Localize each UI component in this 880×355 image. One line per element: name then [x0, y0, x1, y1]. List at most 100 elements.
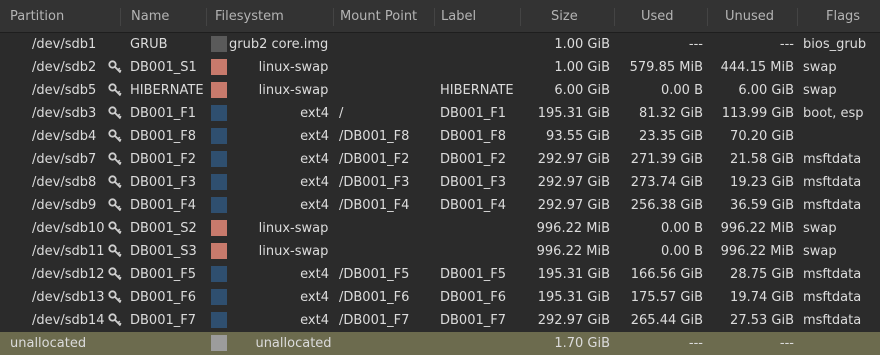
partition-name: DB001_F1	[130, 106, 196, 121]
partition-path: /dev/sdb5	[32, 83, 97, 98]
filesystem-text: linux-swap	[258, 244, 329, 259]
table-row[interactable]: /dev/sdb1 GRUB grub2 core.img 1.00 GiB -…	[0, 33, 880, 56]
partition-name: DB001_F8	[130, 129, 196, 144]
column-divider[interactable]	[707, 8, 708, 26]
partition-name: DB001_F4	[130, 198, 196, 213]
key-icon	[108, 244, 122, 258]
key-icon	[108, 313, 122, 327]
table-row[interactable]: /dev/sdb5 HIBERNATE linux-swap HIBERNATE…	[0, 79, 880, 102]
partition-unused: 444.15 MiB	[720, 60, 794, 75]
partition-name: DB001_S2	[130, 221, 197, 236]
table-row[interactable]: /dev/sdb8 DB001_F3 ext4 /DB001_F3 DB001_…	[0, 171, 880, 194]
table-row[interactable]: /dev/sdb11 DB001_S3 linux-swap 996.22 Mi…	[0, 240, 880, 263]
partition-path: /dev/sdb1	[32, 37, 97, 52]
filesystem-text: ext4	[300, 267, 329, 282]
key-icon	[108, 60, 122, 74]
filesystem-color-swatch	[211, 289, 227, 305]
partition-flags: msftdata	[803, 198, 862, 213]
filesystem-text: grub2 core.img	[229, 37, 329, 52]
key-icon	[108, 175, 122, 189]
mount-point: /DB001_F8	[339, 129, 410, 144]
column-header-unused[interactable]: Unused	[725, 8, 774, 26]
table-row[interactable]: /dev/sdb7 DB001_F2 ext4 /DB001_F2 DB001_…	[0, 148, 880, 171]
mount-point: /DB001_F2	[339, 152, 410, 167]
partition-unused: 6.00 GiB	[738, 83, 794, 98]
filesystem-text: ext4	[300, 313, 329, 328]
key-icon	[108, 83, 122, 97]
column-divider[interactable]	[797, 8, 798, 26]
filesystem-color-swatch	[211, 266, 227, 282]
table-header: Partition Name Filesystem Mount Point La…	[0, 0, 880, 33]
partition-used: 265.44 GiB	[630, 313, 703, 328]
partition-label: DB001_F4	[440, 198, 506, 213]
column-header-mount-point[interactable]: Mount Point	[340, 8, 417, 26]
table-row[interactable]: /dev/sdb2 DB001_S1 linux-swap 1.00 GiB 5…	[0, 56, 880, 79]
table-row[interactable]: /dev/sdb4 DB001_F8 ext4 /DB001_F8 DB001_…	[0, 125, 880, 148]
key-icon	[108, 129, 122, 143]
column-header-name[interactable]: Name	[131, 8, 169, 26]
partition-used: 0.00 B	[661, 244, 703, 259]
key-icon	[108, 106, 122, 120]
partition-used: 271.39 GiB	[630, 152, 703, 167]
table-row[interactable]: /dev/sdb12 DB001_F5 ext4 /DB001_F5 DB001…	[0, 263, 880, 286]
partition-flags: msftdata	[803, 313, 862, 328]
partition-label: DB001_F6	[440, 290, 506, 305]
column-divider[interactable]	[614, 8, 615, 26]
partition-unused: 19.23 GiB	[730, 175, 794, 190]
filesystem-color-swatch	[211, 105, 227, 121]
table-row[interactable]: /dev/sdb14 DB001_F7 ext4 /DB001_F7 DB001…	[0, 309, 880, 332]
partition-name: HIBERNATE	[130, 83, 204, 98]
mount-point: /DB001_F7	[339, 313, 410, 328]
partition-path: unallocated	[10, 336, 87, 351]
key-icon	[108, 267, 122, 281]
partition-flags: bios_grub	[803, 37, 867, 52]
table-body: /dev/sdb1 GRUB grub2 core.img 1.00 GiB -…	[0, 33, 880, 355]
partition-unused: 70.20 GiB	[730, 129, 794, 144]
mount-point: /DB001_F6	[339, 290, 410, 305]
filesystem-text: ext4	[300, 106, 329, 121]
partition-table: Partition Name Filesystem Mount Point La…	[0, 0, 880, 355]
partition-name: DB001_S3	[130, 244, 197, 259]
column-divider[interactable]	[434, 8, 435, 26]
table-row[interactable]: /dev/sdb9 DB001_F4 ext4 /DB001_F4 DB001_…	[0, 194, 880, 217]
partition-unused: 21.58 GiB	[730, 152, 794, 167]
filesystem-color-swatch	[211, 312, 227, 328]
partition-name: DB001_F2	[130, 152, 196, 167]
filesystem-color-swatch	[211, 220, 227, 236]
table-row[interactable]: /dev/sdb10 DB001_S2 linux-swap 996.22 Mi…	[0, 217, 880, 240]
filesystem-text: ext4	[300, 129, 329, 144]
partition-flags: msftdata	[803, 267, 862, 282]
partition-used: ---	[688, 37, 703, 52]
column-header-flags[interactable]: Flags	[826, 8, 860, 26]
partition-used: 23.35 GiB	[639, 129, 703, 144]
partition-unused: ---	[779, 37, 794, 52]
partition-used: 0.00 B	[661, 221, 703, 236]
filesystem-color-swatch	[211, 36, 227, 52]
partition-path: /dev/sdb8	[32, 175, 97, 190]
partition-label: DB001_F3	[440, 175, 506, 190]
filesystem-text: linux-swap	[258, 221, 329, 236]
partition-name: DB001_F7	[130, 313, 196, 328]
table-row[interactable]: unallocated unallocated 1.70 GiB --- ---	[0, 332, 880, 355]
mount-point: /DB001_F4	[339, 198, 410, 213]
partition-name: DB001_S1	[130, 60, 197, 75]
table-row[interactable]: /dev/sdb13 DB001_F6 ext4 /DB001_F6 DB001…	[0, 286, 880, 309]
column-divider[interactable]	[120, 8, 121, 26]
partition-label: DB001_F7	[440, 313, 506, 328]
column-divider[interactable]	[520, 8, 521, 26]
column-header-label[interactable]: Label	[441, 8, 476, 26]
partition-unused: 19.74 GiB	[730, 290, 794, 305]
column-header-used[interactable]: Used	[641, 8, 674, 26]
column-header-filesystem[interactable]: Filesystem	[215, 8, 284, 26]
key-icon	[108, 152, 122, 166]
column-divider[interactable]	[206, 8, 207, 26]
partition-used: 0.00 B	[661, 83, 703, 98]
table-row[interactable]: /dev/sdb3 DB001_F1 ext4 / DB001_F1 195.3…	[0, 102, 880, 125]
key-icon	[108, 198, 122, 212]
column-header-partition[interactable]: Partition	[10, 8, 64, 26]
partition-used: 166.56 GiB	[630, 267, 703, 282]
column-divider[interactable]	[333, 8, 334, 26]
partition-used: 81.32 GiB	[639, 106, 703, 121]
column-header-size[interactable]: Size	[551, 8, 578, 26]
partition-used: 273.74 GiB	[630, 175, 703, 190]
